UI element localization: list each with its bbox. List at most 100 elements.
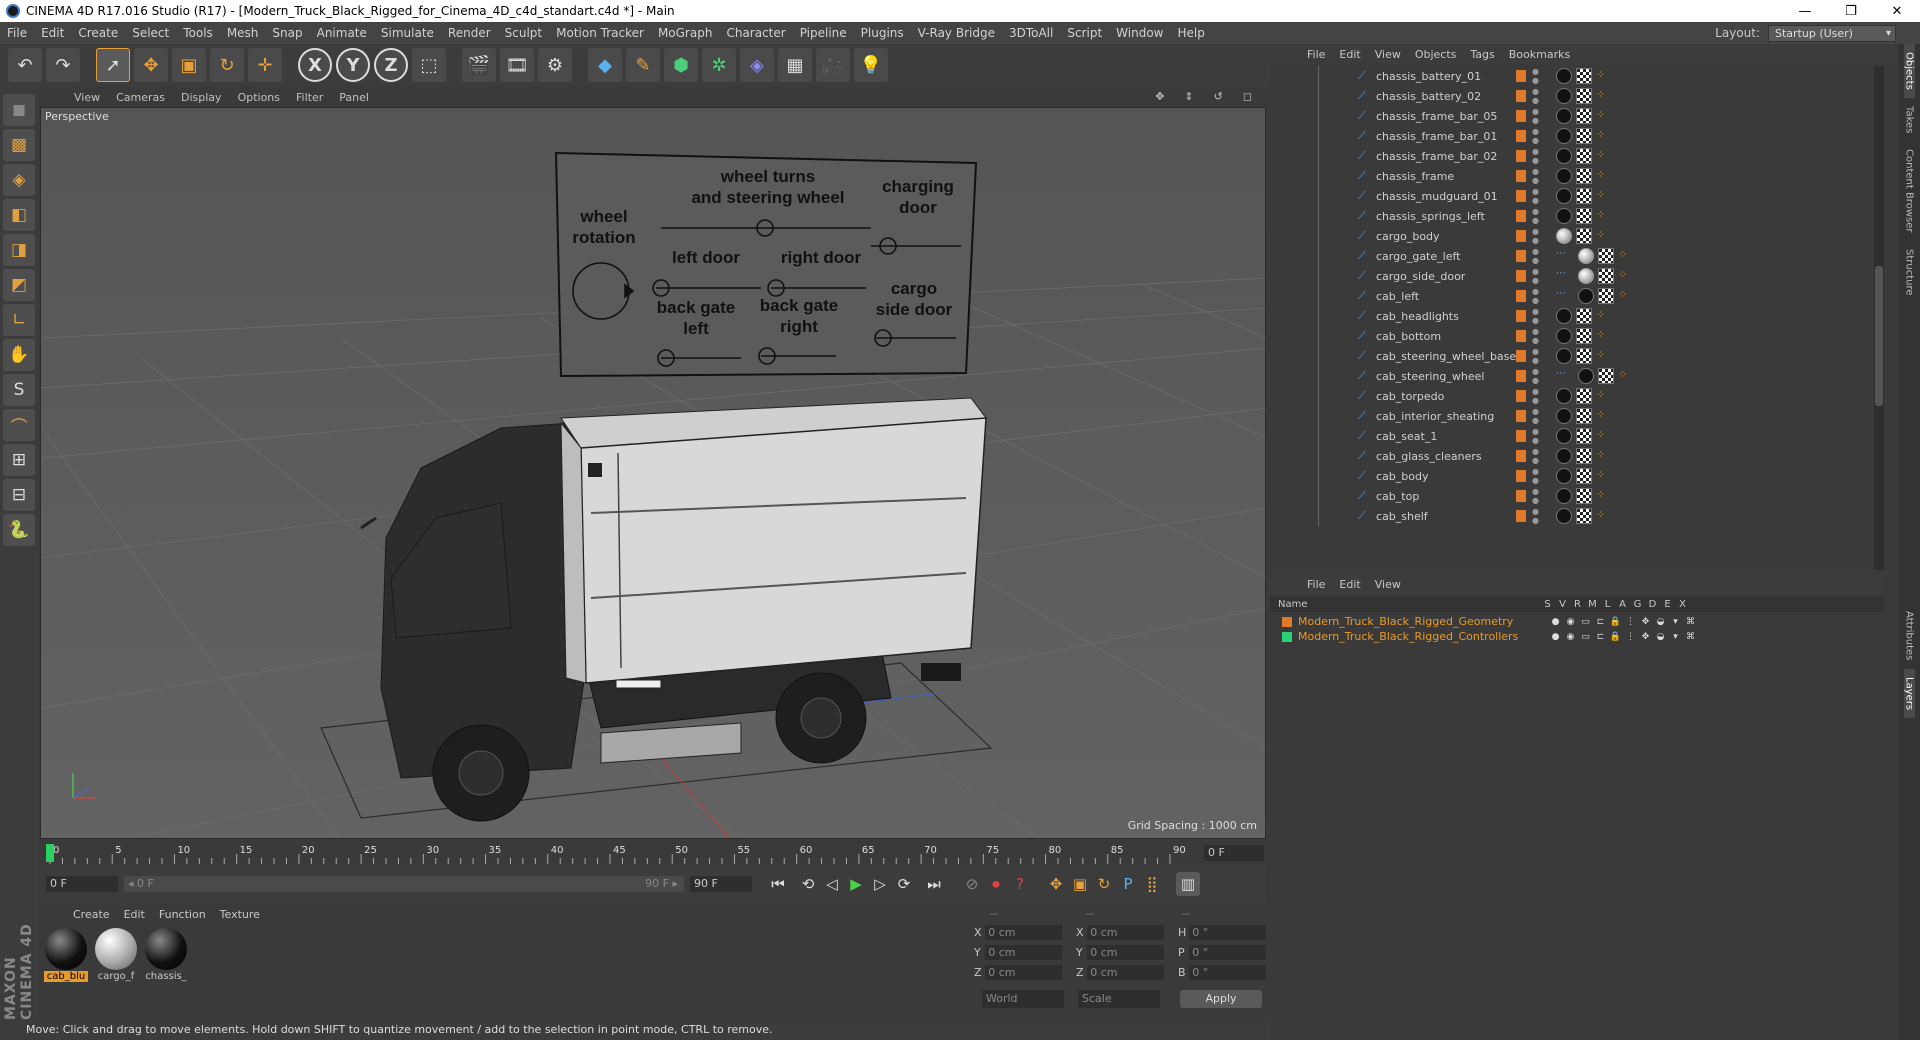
visibility-dots[interactable]: ● ● [1532, 167, 1542, 185]
menu-character[interactable]: Character [719, 26, 792, 40]
menu-3dtoall[interactable]: 3DToAll [1002, 26, 1060, 40]
close-button[interactable]: ✕ [1874, 0, 1920, 22]
visibility-dots[interactable]: ● ● [1532, 467, 1542, 485]
ik-tag-icon[interactable]: ⁘ [1596, 228, 1612, 244]
rotation-p-field[interactable]: 0 ° [1189, 944, 1266, 960]
position-x-field[interactable]: 0 cm [985, 924, 1062, 940]
visibility-dots[interactable]: ● ● [1532, 207, 1542, 225]
material-menu-create[interactable]: Create [66, 908, 117, 921]
points-mode-icon[interactable]: ◨ [3, 234, 35, 266]
menu-vray-bridge[interactable]: V-Ray Bridge [911, 26, 1002, 40]
constraint-tag-icon[interactable]: ⋯ [1556, 248, 1574, 264]
visibility-dots[interactable]: ● ● [1532, 347, 1542, 365]
menu-snap[interactable]: Snap [265, 26, 309, 40]
key-parameter-icon[interactable]: P [1116, 872, 1140, 896]
layer-toggle-icon[interactable]: ⌘ [1683, 632, 1698, 642]
uvw-tag-icon[interactable] [1576, 328, 1592, 344]
key-pla-icon[interactable]: ⣿ [1140, 872, 1164, 896]
menu-plugins[interactable]: Plugins [854, 26, 911, 40]
layer-color-swatch[interactable] [1516, 490, 1526, 502]
undo-icon[interactable]: ↶ [8, 48, 42, 82]
go-to-start-icon[interactable]: ⏮ [766, 872, 790, 896]
layer-toggle-icon[interactable]: ✥ [1638, 617, 1653, 627]
current-frame-field[interactable]: 0 F [1204, 845, 1264, 861]
key-position-icon[interactable]: ✥ [1044, 872, 1068, 896]
layer-color-swatch[interactable] [1516, 510, 1526, 522]
objects-menu-edit[interactable]: Edit [1332, 48, 1367, 61]
minimize-button[interactable]: — [1782, 0, 1828, 22]
viewport-menu-cameras[interactable]: Cameras [108, 91, 173, 104]
layer-toggle-icon[interactable]: 🔒 [1608, 632, 1623, 642]
material-tag-icon[interactable] [1556, 148, 1572, 164]
workplane-icon[interactable]: ◧ [3, 199, 35, 231]
ik-tag-icon[interactable]: ⁘ [1596, 308, 1612, 324]
menu-render[interactable]: Render [441, 26, 498, 40]
uvw-tag-icon[interactable] [1598, 288, 1614, 304]
layer-toggle-icon[interactable]: ⊏ [1593, 617, 1608, 627]
object-row[interactable]: ⟋ cab_left ● ● ⋯ ⁘ [1270, 286, 1884, 306]
menu-sculpt[interactable]: Sculpt [498, 26, 549, 40]
layer-toggle-icon[interactable]: ▭ [1578, 617, 1593, 627]
layer-color-swatch[interactable] [1516, 310, 1526, 322]
menu-script[interactable]: Script [1060, 26, 1109, 40]
material-tag-icon[interactable] [1578, 248, 1594, 264]
material-tag-icon[interactable] [1556, 408, 1572, 424]
next-frame-icon[interactable]: ▷ [868, 872, 892, 896]
material-tag-icon[interactable] [1556, 168, 1572, 184]
perspective-viewport[interactable]: Perspective wheel rotation wheel turns a… [40, 107, 1266, 839]
object-list-scrollbar[interactable] [1874, 66, 1884, 570]
uvw-tag-icon[interactable] [1576, 448, 1592, 464]
uvw-tag-icon[interactable] [1598, 268, 1614, 284]
tab-attributes[interactable]: Attributes [1904, 603, 1915, 668]
layer-color-swatch[interactable] [1516, 70, 1526, 82]
redo-icon[interactable]: ↷ [46, 48, 80, 82]
objects-menu-file[interactable]: File [1300, 48, 1332, 61]
subdivision-surface-icon[interactable]: ⬢ [664, 48, 698, 82]
ik-tag-icon[interactable]: ⁘ [1596, 188, 1612, 204]
uvw-tag-icon[interactable] [1598, 368, 1614, 384]
position-y-field[interactable]: 0 cm [985, 944, 1062, 960]
motion-record-icon[interactable]: ⊘ [960, 872, 984, 896]
layer-color-swatch[interactable] [1516, 370, 1526, 382]
layer-toggle-icon[interactable]: ⊏ [1593, 632, 1608, 642]
material-tag-icon[interactable] [1556, 488, 1572, 504]
uvw-tag-icon[interactable] [1576, 308, 1592, 324]
material-tag-icon[interactable] [1556, 468, 1572, 484]
uvw-tag-icon[interactable] [1576, 348, 1592, 364]
render-settings-icon[interactable]: ⚙ [538, 48, 572, 82]
pan-icon[interactable]: ✥ [1147, 90, 1172, 103]
scale-tool-icon[interactable]: ▣ [172, 48, 206, 82]
ik-tag-icon[interactable]: ⁘ [1596, 448, 1612, 464]
material-tag-icon[interactable] [1556, 328, 1572, 344]
objects-menu-view[interactable]: View [1368, 48, 1408, 61]
uvw-tag-icon[interactable] [1598, 248, 1614, 264]
camera-icon[interactable]: 🎥 [816, 48, 850, 82]
uvw-tag-icon[interactable] [1576, 228, 1592, 244]
x-axis-icon[interactable]: X [298, 48, 332, 82]
visibility-dots[interactable]: ● ● [1532, 407, 1542, 425]
visibility-dots[interactable]: ● ● [1532, 487, 1542, 505]
visibility-dots[interactable]: ● ● [1532, 147, 1542, 165]
visibility-dots[interactable]: ● ● [1532, 367, 1542, 385]
menu-animate[interactable]: Animate [310, 26, 374, 40]
locked-workplane-icon[interactable]: ⊞ [3, 444, 35, 476]
ik-tag-icon[interactable]: ⁘ [1596, 328, 1612, 344]
layer-toggle-icon[interactable]: ⌘ [1683, 617, 1698, 627]
light-icon[interactable]: 💡 [854, 48, 888, 82]
ik-tag-icon[interactable]: ⁘ [1596, 428, 1612, 444]
coordinate-space-dropdown[interactable]: World [982, 990, 1064, 1008]
object-row[interactable]: ⟋ chassis_frame_bar_02 ● ● ⁘ [1270, 146, 1884, 166]
go-to-end-icon[interactable]: ⏭ [922, 872, 946, 896]
object-row[interactable]: ⟋ chassis_mudguard_01 ● ● ⁘ [1270, 186, 1884, 206]
object-row[interactable]: ⟋ cab_bottom ● ● ⁘ [1270, 326, 1884, 346]
layer-color-swatch[interactable] [1516, 390, 1526, 402]
ik-tag-icon[interactable]: ⁘ [1618, 248, 1634, 264]
tab-content-browser[interactable]: Content Browser [1904, 141, 1915, 240]
material-tag-icon[interactable] [1556, 228, 1572, 244]
visibility-dots[interactable]: ● ● [1532, 187, 1542, 205]
object-row[interactable]: ⟋ cab_steering_wheel ● ● ⋯ ⁘ [1270, 366, 1884, 386]
tab-structure[interactable]: Structure [1904, 241, 1915, 304]
ik-tag-icon[interactable]: ⁘ [1596, 128, 1612, 144]
ik-tag-icon[interactable]: ⁘ [1618, 288, 1634, 304]
object-row[interactable]: ⟋ cab_seat_1 ● ● ⁘ [1270, 426, 1884, 446]
